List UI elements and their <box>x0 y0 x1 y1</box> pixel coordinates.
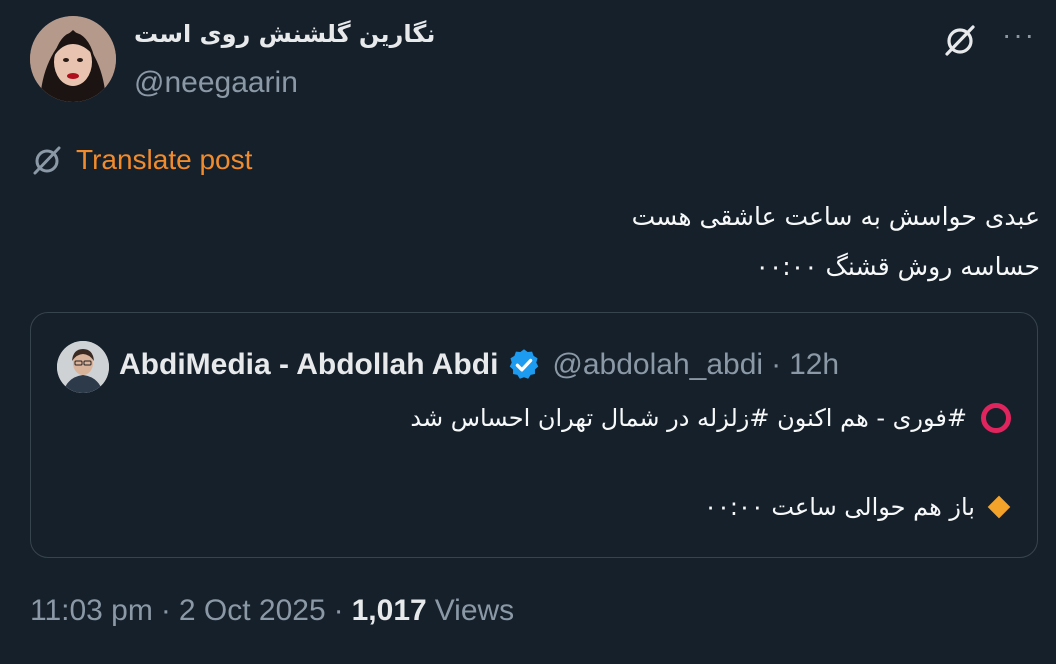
translate-post-label: Translate post <box>76 144 253 175</box>
separator-dot: · <box>333 594 344 627</box>
translate-post-link[interactable]: Translate post <box>30 140 252 180</box>
post-time[interactable]: 11:03 pm <box>30 594 153 628</box>
quoted-author-avatar[interactable] <box>57 341 109 393</box>
quoted-author-name[interactable]: AbdiMedia - Abdollah Abdi <box>119 348 498 382</box>
separator-dot: · <box>160 594 171 627</box>
quoted-post-text: باز هم حوالی ساعت ۰۰:۰۰ <box>704 493 975 521</box>
post-text: عبدی حواسش به ساعت عاشقی هست حساسه روش ق… <box>40 192 1040 292</box>
author-avatar[interactable] <box>30 16 116 102</box>
quoted-post-text: #فوری - هم اکنون #زلزله در شمال تهران اح… <box>410 404 967 432</box>
author-name[interactable]: نگارین گلشنش روی است <box>134 20 435 48</box>
views-count[interactable]: 1,017 <box>352 594 427 628</box>
post-text-line: حساسه روش قشنگ ۰۰:۰۰ <box>755 252 1040 281</box>
separator-dot: · <box>771 348 782 381</box>
author-handle[interactable]: @neegaarin <box>134 66 298 100</box>
post-text-line: عبدی حواسش به ساعت عاشقی هست <box>631 202 1040 231</box>
post-meta: 11:03 pm · 2 Oct 2025 · 1,017 Views <box>30 594 514 628</box>
orange-diamond-icon <box>987 495 1011 519</box>
views-label[interactable]: Views <box>435 594 514 628</box>
translate-icon <box>30 143 64 177</box>
grok-slash-circle-icon[interactable] <box>942 22 978 58</box>
quoted-author-handle[interactable]: @abdolah_abdi <box>552 348 763 382</box>
post-date[interactable]: 2 Oct 2025 <box>179 594 326 628</box>
red-circle-icon <box>981 403 1011 433</box>
post-detail: نگارین گلشنش روی است @neegaarin ··· Tran… <box>0 0 1056 664</box>
verified-badge-icon <box>506 347 542 383</box>
quoted-post-header: AbdiMedia - Abdollah Abdi @abdolah_abdi … <box>119 347 839 383</box>
quoted-post-line: باز هم حوالی ساعت ۰۰:۰۰ <box>704 493 1011 521</box>
quoted-post-card[interactable]: AbdiMedia - Abdollah Abdi @abdolah_abdi … <box>30 312 1038 558</box>
quoted-post-line: #فوری - هم اکنون #زلزله در شمال تهران اح… <box>410 403 1011 433</box>
more-dots-icon[interactable]: ··· <box>998 20 1040 60</box>
quoted-post-time[interactable]: 12h <box>789 348 839 382</box>
